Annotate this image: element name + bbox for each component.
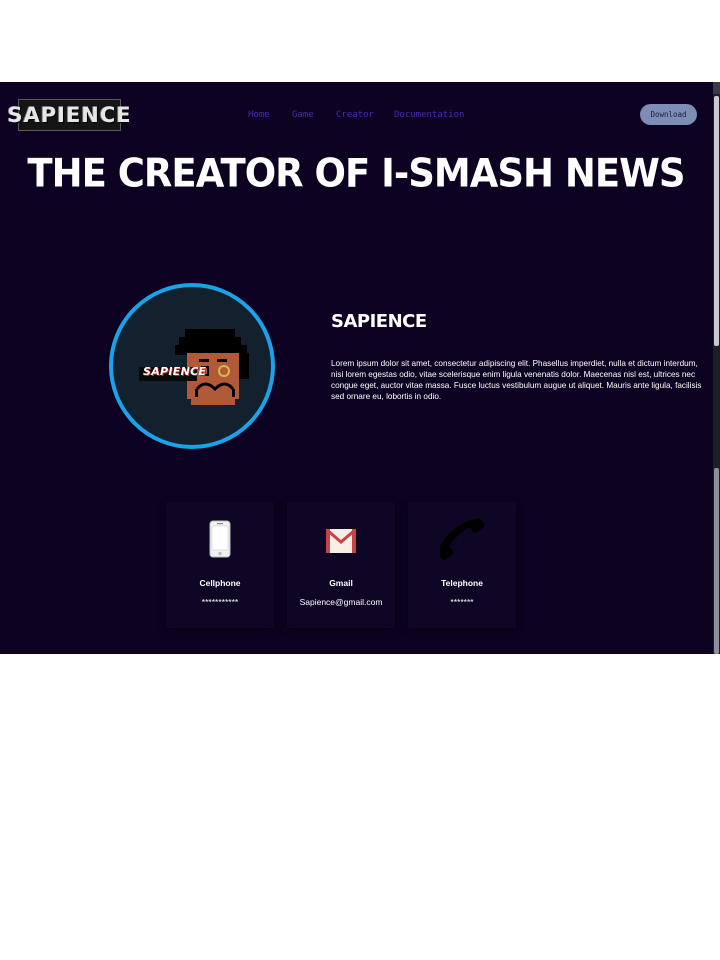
page-title: THE CREATOR OF I-SMASH NEWS	[27, 150, 685, 197]
scrollbar[interactable]	[713, 82, 720, 654]
contact-label: Gmail	[329, 578, 353, 588]
avatar-logo-text: SAPIENCE	[143, 365, 207, 378]
contact-card-telephone: Telephone *******	[408, 502, 516, 628]
site-logo[interactable]: SAPIENCE	[7, 99, 131, 131]
contact-label: Telephone	[441, 578, 483, 588]
contact-label: Cellphone	[199, 578, 241, 588]
gmail-icon	[287, 520, 395, 564]
nav-link-creator[interactable]: Creator	[336, 110, 374, 120]
contact-card-gmail[interactable]: Gmail Sapience@gmail.com	[287, 502, 395, 628]
download-button[interactable]: Download	[640, 104, 697, 125]
profile-name: SAPIENCE	[331, 311, 427, 332]
telephone-icon	[408, 518, 516, 564]
nav-link-home[interactable]: Home	[248, 110, 270, 120]
avatar: SAPIENCE	[109, 283, 275, 449]
profile-bio: Lorem ipsum dolor sit amet, consectetur …	[331, 359, 702, 401]
scrollbar-thumb[interactable]	[714, 96, 719, 346]
contact-value: *******	[450, 597, 474, 607]
contact-value: ***********	[201, 597, 239, 607]
nav-link-documentation[interactable]: Documentation	[394, 110, 464, 120]
scroll-up-arrow[interactable]	[713, 82, 720, 94]
website-viewport: SAPIENCE Home Game Creator Documentation…	[0, 82, 720, 654]
contact-card-cellphone: Cellphone ***********	[166, 502, 274, 628]
contact-value[interactable]: Sapience@gmail.com	[287, 597, 395, 607]
nav-link-game[interactable]: Game	[292, 110, 314, 120]
scrollbar-lower-thumb[interactable]	[714, 468, 719, 654]
phone-icon	[166, 520, 274, 564]
